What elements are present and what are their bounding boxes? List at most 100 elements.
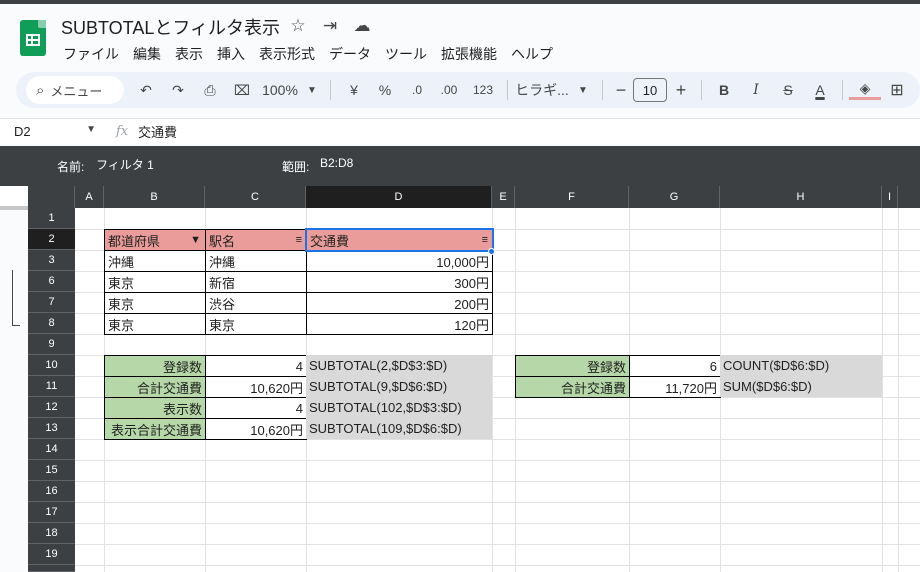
summary-formula-cell[interactable]: SUBTOTAL(109,$D$6:$D) <box>306 418 492 439</box>
font-size-increase-button[interactable]: + <box>667 80 695 101</box>
summary-value-cell[interactable]: 6 <box>629 355 721 377</box>
summary-value-cell[interactable]: 11,720円 <box>629 376 721 398</box>
row-group-indicator[interactable] <box>12 270 20 326</box>
table-cell[interactable]: 東京 <box>104 292 206 314</box>
font-size-input[interactable]: 10 <box>633 78 667 102</box>
menu-extensions[interactable]: 拡張機能 <box>434 42 504 66</box>
row-header-12[interactable]: 12 <box>28 397 75 418</box>
name-box-chevron-down-icon[interactable]: ▼ <box>86 124 96 135</box>
summary-label-cell[interactable]: 合計交通費 <box>104 376 206 398</box>
menu-file[interactable]: ファイル <box>56 42 126 66</box>
col-header-b[interactable]: B <box>104 186 205 208</box>
row-header-2[interactable]: 2 <box>28 229 75 250</box>
name-box[interactable]: D2 ▼ <box>0 124 100 139</box>
menu-insert[interactable]: 挿入 <box>210 42 252 66</box>
table-cell[interactable]: 300円 <box>306 271 493 293</box>
col-header-g[interactable]: G <box>629 186 720 208</box>
table-cell[interactable]: 渋谷 <box>205 292 307 314</box>
summary-formula-cell[interactable]: SUM($D$6:$D) <box>720 376 882 397</box>
italic-button[interactable]: I <box>740 82 772 98</box>
number-format-button[interactable]: 123 <box>465 83 501 97</box>
zoom-select[interactable]: 100% <box>258 82 302 98</box>
redo-icon[interactable]: ↷ <box>162 82 194 99</box>
table-cell[interactable]: 新宿 <box>205 271 307 293</box>
increase-decimal-button[interactable]: .00 <box>433 83 465 97</box>
row-header-17[interactable]: 17 <box>28 502 75 523</box>
table-cell[interactable]: 東京 <box>205 313 307 335</box>
decrease-decimal-button[interactable]: .0 <box>401 83 433 97</box>
table-header-cell[interactable]: 交通費 ≡ <box>306 229 493 251</box>
row-header-11[interactable]: 11 <box>28 376 75 397</box>
summary-formula-cell[interactable]: SUBTOTAL(2,$D$3:$D) <box>306 355 492 376</box>
col-header-a[interactable]: A <box>75 186 104 208</box>
star-icon[interactable]: ☆ <box>288 16 308 36</box>
fill-handle[interactable] <box>488 248 495 255</box>
table-cell[interactable]: 120円 <box>306 313 493 335</box>
menu-view[interactable]: 表示 <box>168 42 210 66</box>
menu-help[interactable]: ヘルプ <box>504 42 560 66</box>
sheet-grid[interactable]: A B C D E F G H I 1 2 3 6 7 8 9 10 11 12… <box>0 186 920 572</box>
menu-search[interactable]: ⌕ メニュー <box>26 76 124 104</box>
currency-format-button[interactable]: ¥ <box>339 82 369 98</box>
col-header-h[interactable]: H <box>720 186 882 208</box>
zoom-chevron-down-icon[interactable]: ▼ <box>302 85 322 96</box>
menu-tools[interactable]: ツール <box>378 42 434 66</box>
row-header-13[interactable]: 13 <box>28 418 75 439</box>
borders-icon[interactable]: ⊞ <box>881 80 913 100</box>
col-header-d[interactable]: D <box>306 186 492 208</box>
summary-label-cell[interactable]: 表示数 <box>104 397 206 419</box>
row-header-18[interactable]: 18 <box>28 523 75 544</box>
summary-value-cell[interactable]: 4 <box>205 355 307 377</box>
table-cell[interactable]: 沖縄 <box>205 250 307 272</box>
table-header-cell[interactable]: 駅名 ≡ <box>205 229 307 251</box>
row-header-6[interactable]: 6 <box>28 271 75 292</box>
row-header-19[interactable]: 19 <box>28 544 75 565</box>
summary-label-cell[interactable]: 登録数 <box>104 355 206 377</box>
filter-range-input[interactable]: B2:D8 <box>320 156 353 170</box>
filter-icon[interactable]: ≡ <box>482 234 488 246</box>
table-cell[interactable]: 東京 <box>104 271 206 293</box>
col-header-e[interactable]: E <box>492 186 515 208</box>
row-header-1[interactable]: 1 <box>28 208 75 229</box>
strikethrough-button[interactable]: S <box>772 82 804 98</box>
menu-edit[interactable]: 編集 <box>126 42 168 66</box>
row-header-7[interactable]: 7 <box>28 292 75 313</box>
menu-data[interactable]: データ <box>322 42 378 66</box>
filter-icon[interactable]: ≡ <box>296 234 302 246</box>
undo-icon[interactable]: ↶ <box>130 82 162 99</box>
document-title[interactable]: SUBTOTALとフィルタ表示 <box>61 14 280 40</box>
font-size-decrease-button[interactable]: − <box>609 80 633 101</box>
cloud-status-icon[interactable]: ☁ <box>352 16 372 36</box>
select-all-corner[interactable] <box>28 186 75 208</box>
row-header-9[interactable]: 9 <box>28 334 75 355</box>
percent-format-button[interactable]: % <box>369 82 401 98</box>
filter-active-icon[interactable]: ▼ <box>190 234 201 246</box>
menu-format[interactable]: 表示形式 <box>252 42 322 66</box>
col-header-f[interactable]: F <box>515 186 629 208</box>
filter-name-input[interactable]: フィルタ 1 <box>96 156 154 173</box>
print-icon[interactable]: ⎙ <box>194 82 226 99</box>
col-header-i[interactable]: I <box>882 186 898 208</box>
table-header-cell[interactable]: 都道府県 ▼ <box>104 229 206 251</box>
table-cell[interactable]: 東京 <box>104 313 206 335</box>
fill-color-icon[interactable]: ◈ <box>849 80 881 100</box>
summary-value-cell[interactable]: 10,620円 <box>205 376 307 398</box>
summary-label-cell[interactable]: 合計交通費 <box>515 376 630 398</box>
text-color-button[interactable]: A <box>804 82 836 98</box>
summary-value-cell[interactable]: 4 <box>205 397 307 419</box>
row-header-10[interactable]: 10 <box>28 355 75 376</box>
row-header-15[interactable]: 15 <box>28 460 75 481</box>
bold-button[interactable]: B <box>708 82 740 98</box>
paint-format-icon[interactable]: ⌧ <box>226 82 258 99</box>
table-cell[interactable]: 200円 <box>306 292 493 314</box>
col-header-c[interactable]: C <box>205 186 306 208</box>
font-select[interactable]: ヒラギ... <box>514 80 570 100</box>
summary-formula-cell[interactable]: COUNT($D$6:$D) <box>720 355 882 376</box>
sheets-logo-icon[interactable] <box>20 20 46 56</box>
font-chevron-down-icon[interactable]: ▼ <box>570 85 596 96</box>
summary-label-cell[interactable]: 登録数 <box>515 355 630 377</box>
row-header-3[interactable]: 3 <box>28 250 75 271</box>
summary-value-cell[interactable]: 10,620円 <box>205 418 307 440</box>
move-folder-icon[interactable]: ⇥ <box>320 16 340 36</box>
summary-formula-cell[interactable]: SUBTOTAL(102,$D$3:$D) <box>306 397 492 418</box>
